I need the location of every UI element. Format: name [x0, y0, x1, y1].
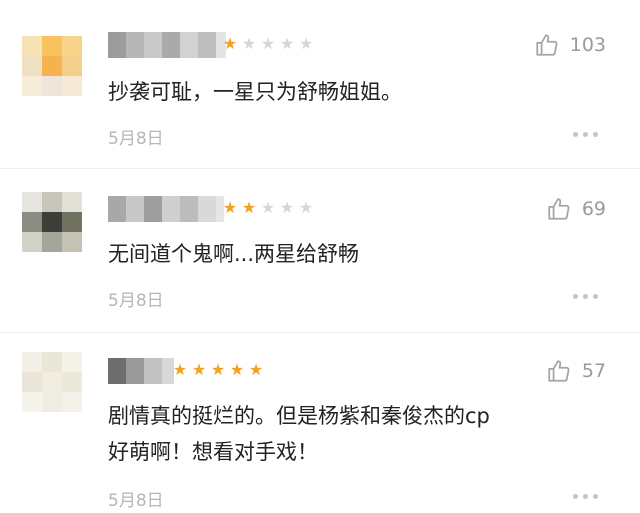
star-icon: ★ — [222, 198, 238, 217]
like-count: 103 — [569, 34, 606, 56]
star-rating: ★ ★ ★ ★ ★ — [172, 360, 264, 380]
like-button[interactable]: 69 — [546, 196, 606, 222]
username-blurred[interactable] — [108, 358, 174, 384]
avatar[interactable] — [22, 192, 82, 252]
more-dots-icon[interactable] — [573, 132, 598, 137]
star-icon: ★ — [298, 198, 314, 217]
like-button[interactable]: 103 — [534, 32, 606, 58]
more-dots-icon[interactable] — [573, 294, 598, 299]
star-icon: ★ — [241, 34, 257, 53]
avatar[interactable] — [22, 352, 82, 412]
star-icon: ★ — [248, 360, 264, 379]
divider — [0, 332, 640, 333]
comment-text: 抄袭可耻，一星只为舒畅姐姐。 — [108, 80, 402, 104]
divider — [0, 168, 640, 169]
comment-date: 5月8日 — [108, 129, 164, 149]
star-icon: ★ — [241, 198, 257, 217]
comment-date: 5月8日 — [108, 291, 164, 311]
comment-text: 剧情真的挺烂的。但是杨紫和秦俊杰的cp 好萌啊！想看对手戏！ — [108, 404, 490, 464]
more-dots-icon[interactable] — [573, 494, 598, 499]
star-icon: ★ — [210, 360, 226, 379]
star-icon: ★ — [260, 198, 276, 217]
star-icon: ★ — [279, 198, 295, 217]
comment-text: 无间道个鬼啊...两星给舒畅 — [108, 242, 360, 266]
avatar[interactable] — [22, 36, 82, 96]
like-count: 57 — [581, 360, 606, 382]
comment-date: 5月8日 — [108, 491, 164, 511]
like-button[interactable]: 57 — [546, 358, 606, 384]
thumbs-up-icon — [548, 360, 570, 382]
thumbs-up-icon — [548, 198, 570, 220]
star-icon: ★ — [260, 34, 276, 53]
star-icon: ★ — [191, 360, 207, 379]
comment-item: ★ ★ ★ ★ ★ 57 剧情真的挺烂的。但是杨紫和秦俊杰的cp 好萌啊！想看对手戏！ … — [0, 348, 640, 513]
username-blurred[interactable] — [108, 196, 224, 222]
thumbs-up-icon — [536, 34, 558, 56]
star-icon: ★ — [222, 34, 238, 53]
star-icon: ★ — [229, 360, 245, 379]
star-icon: ★ — [172, 360, 188, 379]
star-icon: ★ — [298, 34, 314, 53]
comment-item: ★ ★ ★ ★ ★ 103 抄袭可耻，一星只为舒畅姐姐。 5月8日 — [0, 22, 640, 162]
star-rating: ★ ★ ★ ★ ★ — [222, 34, 314, 54]
star-icon: ★ — [279, 34, 295, 53]
like-count: 69 — [581, 198, 606, 220]
comment-item: ★ ★ ★ ★ ★ 69 无间道个鬼啊...两星给舒畅 5月8日 — [0, 186, 640, 326]
star-rating: ★ ★ ★ ★ ★ — [222, 198, 314, 218]
username-blurred[interactable] — [108, 32, 226, 58]
